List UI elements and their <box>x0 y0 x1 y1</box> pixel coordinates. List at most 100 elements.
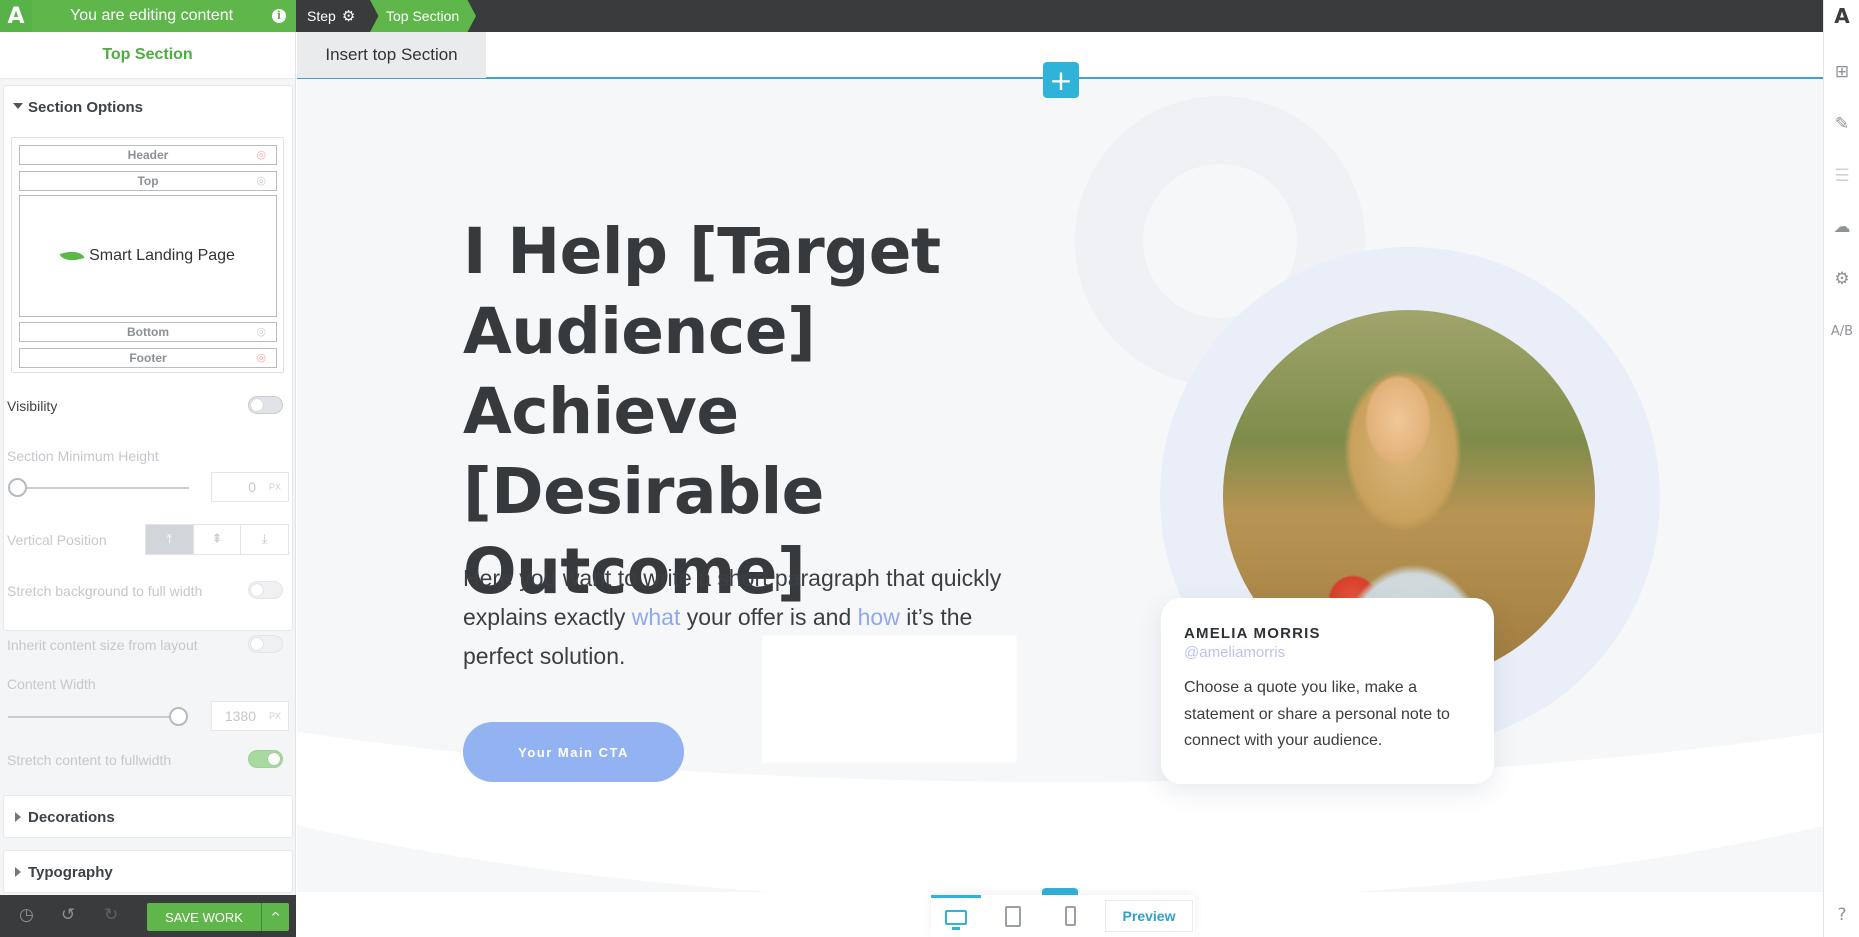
desktop-view-button[interactable] <box>931 895 981 937</box>
accordion-header-decorations[interactable]: Decorations <box>4 796 292 838</box>
history-icon[interactable]: ◷ <box>19 905 34 925</box>
breadcrumb-step[interactable]: Step ⚙ <box>296 0 367 32</box>
inherit-size-label: Inherit content size from layout <box>7 637 198 653</box>
brush-icon[interactable]: ✎ <box>1824 109 1859 139</box>
testimonial-handle: @ameliamorris <box>1184 644 1286 661</box>
content-width-input[interactable]: 1380 PX <box>211 701 289 731</box>
layout-slot-bottom[interactable]: Bottom ◎ <box>19 322 277 342</box>
layout-slot-footer[interactable]: Footer ◎ <box>19 348 277 368</box>
eye-off-icon[interactable]: ◎ <box>256 352 266 364</box>
inherit-size-toggle[interactable] <box>248 635 283 653</box>
slot-label: Bottom <box>127 325 169 339</box>
settings-icon[interactable]: ⚙ <box>1824 264 1859 294</box>
testimonial-card[interactable]: AMELIA MORRIS @ameliamorris Choose a quo… <box>1161 598 1494 784</box>
min-height-value: 0 <box>248 479 256 495</box>
right-toolbar: A ⊞ ✎ ☰ ☁ ⚙ A/B ? <box>1823 0 1859 937</box>
min-height-slider-handle[interactable] <box>8 478 27 497</box>
cloud-icon[interactable]: ☁ <box>1824 212 1859 242</box>
visibility-toggle[interactable] <box>248 396 283 414</box>
accordion-title: Typography <box>28 863 113 881</box>
slot-label: Top <box>137 174 159 188</box>
editing-status-label: You are editing content <box>70 7 234 24</box>
accordion-header-section-options[interactable]: Section Options <box>4 86 292 128</box>
min-height-input[interactable]: 0 PX <box>211 472 289 502</box>
accordion-title: Section Options <box>28 98 144 116</box>
editor-canvas: Insert top Section + I Help [Target Audi… <box>297 32 1823 937</box>
inherit-size-row: Inherit content size from layout <box>7 635 289 653</box>
breadcrumb-top-section[interactable]: Top Section <box>370 0 476 32</box>
breadcrumb-step-label: Step <box>307 8 336 24</box>
sliders-icon[interactable]: ☰ <box>1824 161 1859 191</box>
align-top-icon[interactable]: ⤒ <box>146 525 194 554</box>
highlight-how: how <box>857 604 900 630</box>
caret-down-icon <box>13 103 23 109</box>
gear-icon[interactable]: ⚙ <box>342 7 355 25</box>
mobile-icon <box>1064 906 1076 926</box>
stretch-bg-row: Stretch background to full width <box>7 581 289 599</box>
stretch-bg-label: Stretch background to full width <box>7 583 203 599</box>
stretch-content-row: Stretch content to fullwidth ✓ <box>7 750 289 768</box>
slot-label: Footer <box>129 351 167 365</box>
app-logo[interactable]: A <box>0 0 32 32</box>
leaf-logo-icon <box>59 246 85 266</box>
eye-icon[interactable]: ◎ <box>256 326 266 338</box>
tablet-icon <box>1005 905 1021 927</box>
unit-label: PX <box>268 482 281 492</box>
stretch-content-toggle[interactable]: ✓ <box>248 750 283 768</box>
align-bottom-icon[interactable]: ⤓ <box>241 525 288 554</box>
info-icon[interactable]: i <box>272 9 286 23</box>
brand-logo-icon[interactable]: A <box>1824 0 1859 32</box>
mobile-view-button[interactable] <box>1045 895 1095 937</box>
add-element-icon[interactable]: ⊞ <box>1824 57 1859 87</box>
hero-paragraph[interactable]: Here you want to write a short paragraph… <box>463 559 1043 676</box>
main-cta-button[interactable]: Your Main CTA <box>463 722 684 782</box>
left-settings-panel: Top Section Section Options Header ◎ Top… <box>0 32 296 895</box>
hero-headline[interactable]: I Help [Target Audience] Achieve [Desira… <box>463 212 1083 612</box>
save-work-button[interactable]: SAVE WORK <box>147 903 262 931</box>
stretch-bg-toggle[interactable] <box>248 581 283 599</box>
tablet-view-button[interactable] <box>988 895 1038 937</box>
save-options-button[interactable]: ^ <box>262 903 289 931</box>
hero-paragraph-text: your offer is and <box>680 604 858 630</box>
redo-icon[interactable]: ↻ <box>104 905 118 925</box>
accordion-header-typography[interactable]: Typography <box>4 851 292 893</box>
eye-icon[interactable]: ◎ <box>256 175 266 187</box>
layout-slot-top[interactable]: Top ◎ <box>19 171 277 191</box>
editing-status-bar: You are editing content i <box>32 0 296 32</box>
unit-label: PX <box>268 711 281 721</box>
check-icon: ✓ <box>269 753 279 765</box>
visibility-row: Visibility <box>7 396 289 414</box>
slot-top-content-label: Smart Landing Page <box>89 247 235 264</box>
visibility-label: Visibility <box>7 398 58 414</box>
stretch-content-label: Stretch content to fullwidth <box>7 752 172 768</box>
highlight-what: what <box>631 604 681 630</box>
undo-icon[interactable]: ↺ <box>61 905 75 925</box>
min-height-slider-track[interactable] <box>17 487 189 489</box>
align-middle-icon[interactable]: ⇞ <box>194 525 242 554</box>
content-width-label: Content Width <box>7 676 96 692</box>
caret-right-icon <box>15 867 21 877</box>
layout-slot-header[interactable]: Header ◎ <box>19 145 277 165</box>
accordion-decorations: Decorations <box>3 795 293 838</box>
accordion-title: Decorations <box>28 808 115 826</box>
content-width-slider-handle[interactable] <box>169 707 188 726</box>
accordion-typography: Typography <box>3 850 293 893</box>
panel-title: Top Section <box>0 32 295 79</box>
preview-button[interactable]: Preview <box>1105 900 1193 932</box>
testimonial-name: AMELIA MORRIS <box>1184 625 1321 642</box>
bottom-action-bar: ◷ ↺ ↻ SAVE WORK ^ <box>0 895 296 937</box>
insert-top-section-tab[interactable]: Insert top Section <box>297 32 486 78</box>
eye-off-icon[interactable]: ◎ <box>256 149 266 161</box>
testimonial-quote: Choose a quote you like, make a statemen… <box>1184 679 1450 749</box>
layout-slot-top-content[interactable]: Smart Landing Page <box>19 195 277 317</box>
ab-test-icon[interactable]: A/B <box>1824 316 1859 346</box>
top-bar: A You are editing content i Step ⚙ Top S… <box>0 0 1823 32</box>
content-width-value: 1380 <box>224 708 256 724</box>
content-width-slider-track[interactable] <box>8 716 178 718</box>
slot-label: Header <box>127 148 169 162</box>
caret-right-icon <box>15 812 21 822</box>
add-section-button[interactable]: + <box>1043 62 1079 98</box>
help-icon[interactable]: ? <box>1824 900 1859 930</box>
desktop-icon <box>945 910 967 930</box>
layout-selector: Header ◎ Top ◎ Smart Landing Page Bottom… <box>11 137 284 373</box>
